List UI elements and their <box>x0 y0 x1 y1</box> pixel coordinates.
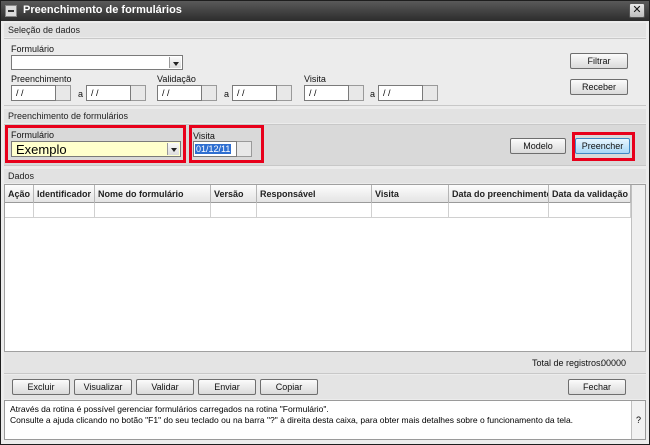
section-selecao-header: Seleção de dados <box>4 23 646 37</box>
range-separator: a <box>370 89 376 99</box>
receber-button-label: Receber <box>581 82 617 92</box>
grid-scrollbar[interactable] <box>631 185 645 351</box>
modelo-button[interactable]: Modelo <box>510 138 566 154</box>
enviar-button[interactable]: Enviar <box>198 379 256 395</box>
excluir-button-label: Excluir <box>27 382 55 392</box>
status-bar: Total de registros: 00000 <box>4 352 646 374</box>
enviar-button-label: Enviar <box>214 382 240 392</box>
calendar-icon[interactable] <box>349 85 364 101</box>
validacao-from-date[interactable]: / / <box>157 85 217 101</box>
cell <box>449 203 549 218</box>
cell <box>257 203 372 218</box>
selecao-panel: Formulário Preenchimento / / a / / Valid… <box>4 38 646 106</box>
range-separator: a <box>78 89 84 99</box>
receber-button[interactable]: Receber <box>570 79 628 95</box>
date-input[interactable]: / / <box>157 85 202 101</box>
fechar-button[interactable]: Fechar <box>568 379 626 395</box>
calendar-icon[interactable] <box>423 85 438 101</box>
validacao-range-label: Validação <box>157 74 196 84</box>
action-bar: Excluir Visualizar Validar Enviar Copiar… <box>4 375 646 399</box>
col-nome-formulario[interactable]: Nome do formulário <box>95 185 211 203</box>
highlight-formulario <box>5 125 186 163</box>
section-preenchimento-header: Preenchimento de formulários <box>4 109 646 123</box>
help-box: Através da rotina é possível gerenciar f… <box>4 400 646 440</box>
visita-range-label: Visita <box>304 74 326 84</box>
cell <box>34 203 95 218</box>
help-line-1: Através da rotina é possível gerenciar f… <box>10 404 329 414</box>
calendar-icon[interactable] <box>56 85 71 101</box>
cell <box>549 203 631 218</box>
validar-button[interactable]: Validar <box>136 379 194 395</box>
total-registros-label: Total de registros: <box>532 358 604 368</box>
selecao-formulario-label: Formulário <box>11 44 55 54</box>
preenchimento-from-date[interactable]: / / <box>11 85 71 101</box>
cell <box>95 203 211 218</box>
highlight-visita <box>189 125 264 163</box>
col-identificador[interactable]: Identificador <box>34 185 95 203</box>
cell <box>372 203 449 218</box>
window-title: Preenchimento de formulários <box>23 4 182 16</box>
validacao-to-date[interactable]: / / <box>232 85 292 101</box>
highlight-preencher <box>572 132 635 161</box>
dados-grid[interactable]: Ação Identificador Nome do formulário Ve… <box>4 184 646 352</box>
range-separator: a <box>224 89 230 99</box>
visita-to-date[interactable]: / / <box>378 85 438 101</box>
visualizar-button-label: Visualizar <box>83 382 123 392</box>
col-acao[interactable]: Ação <box>5 185 34 203</box>
col-versao[interactable]: Versão <box>211 185 257 203</box>
copiar-button[interactable]: Copiar <box>260 379 318 395</box>
cell <box>211 203 257 218</box>
date-input[interactable]: / / <box>86 85 131 101</box>
date-input[interactable]: / / <box>232 85 277 101</box>
title-bar: Preenchimento de formulários ✕ <box>1 1 649 21</box>
visita-from-date[interactable]: / / <box>304 85 364 101</box>
date-input[interactable]: / / <box>304 85 349 101</box>
visualizar-button[interactable]: Visualizar <box>74 379 132 395</box>
filtrar-button-label: Filtrar <box>587 56 611 66</box>
chevron-down-icon[interactable] <box>169 57 181 68</box>
cell <box>5 203 34 218</box>
help-line-2: Consulte a ajuda clicando no botão "F1" … <box>10 415 574 425</box>
col-visita[interactable]: Visita <box>372 185 449 203</box>
excluir-button[interactable]: Excluir <box>12 379 70 395</box>
date-input[interactable]: / / <box>11 85 56 101</box>
modelo-button-label: Modelo <box>523 141 553 151</box>
copiar-button-label: Copiar <box>275 382 303 392</box>
window-menu-icon[interactable] <box>5 5 17 17</box>
close-icon[interactable]: ✕ <box>629 3 645 18</box>
validar-button-label: Validar <box>151 382 179 392</box>
total-registros-value: 00000 <box>601 358 627 368</box>
col-data-preenchimento[interactable]: Data do preenchimento <box>449 185 549 203</box>
preenchimento-to-date[interactable]: / / <box>86 85 146 101</box>
grid-header: Ação Identificador Nome do formulário Ve… <box>5 185 631 203</box>
date-input[interactable]: / / <box>378 85 423 101</box>
filtrar-button[interactable]: Filtrar <box>570 53 628 69</box>
calendar-icon[interactable] <box>202 85 217 101</box>
selecao-formulario-combo[interactable] <box>11 55 183 70</box>
help-question-button[interactable]: ? <box>631 401 645 439</box>
table-row[interactable] <box>5 203 631 218</box>
calendar-icon[interactable] <box>277 85 292 101</box>
col-responsavel[interactable]: Responsável <box>257 185 372 203</box>
fechar-button-label: Fechar <box>582 382 611 392</box>
preenchimento-range-label: Preenchimento <box>11 74 72 84</box>
main-window: Preenchimento de formulários ✕ Seleção d… <box>0 0 650 445</box>
section-dados-header: Dados <box>4 169 646 183</box>
calendar-icon[interactable] <box>131 85 146 101</box>
col-data-validacao[interactable]: Data da validação <box>549 185 631 203</box>
